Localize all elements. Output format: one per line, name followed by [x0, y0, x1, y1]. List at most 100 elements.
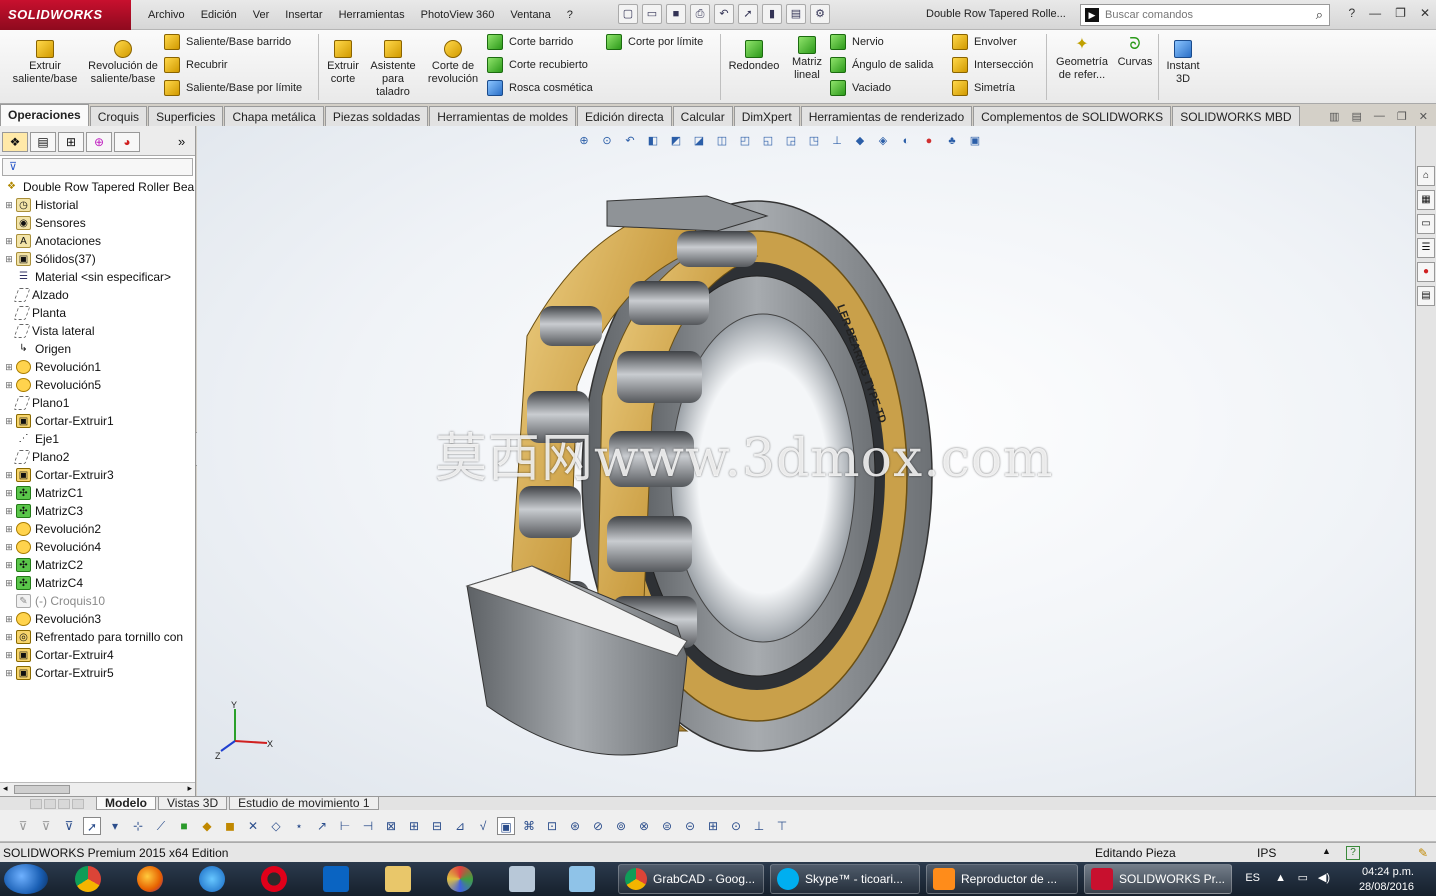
firefox-pinned-icon[interactable]	[124, 864, 176, 894]
menu-insertar[interactable]: Insertar	[277, 9, 330, 21]
rebuild-icon[interactable]: ▮	[762, 4, 782, 24]
filter-faces-icon[interactable]: ■	[175, 817, 193, 835]
tree-expand-icon[interactable]: ⊞	[4, 380, 14, 391]
section-view-icon[interactable]: ◧	[644, 132, 662, 150]
select-pointer-icon[interactable]: ➚	[738, 4, 758, 24]
save-icon[interactable]: ■	[666, 4, 686, 24]
right-view-icon[interactable]: ◱	[759, 132, 777, 150]
show-hidden-icons-icon[interactable]: ▲	[1275, 872, 1286, 884]
curves-button[interactable]: ᘐ Curvas	[1114, 36, 1156, 69]
tree-item[interactable]: Planta	[0, 304, 195, 322]
fillet-button[interactable]: Redondeo	[724, 40, 784, 73]
tree-item[interactable]: ⊞ Revolución5	[0, 376, 195, 394]
extrude-boss-button[interactable]: Extruir saliente/base	[8, 40, 82, 86]
filter-edges-icon[interactable]: ⟋	[152, 817, 170, 835]
expand-tabs-icon[interactable]: »	[178, 134, 185, 149]
undo-icon[interactable]: ↶	[714, 4, 734, 24]
tab-edicion-directa[interactable]: Edición directa	[576, 106, 672, 126]
tree-expand-icon[interactable]: ⊞	[4, 488, 14, 499]
tree-item[interactable]: ↳ Origen	[0, 340, 195, 358]
lofted-cut-button[interactable]: Corte recubierto	[487, 57, 588, 73]
chrome-pinned-icon[interactable]	[62, 864, 114, 894]
tab-mbd[interactable]: SOLIDWORKS MBD	[1172, 106, 1300, 126]
tab-herramientas-moldes[interactable]: Herramientas de moldes	[429, 106, 576, 126]
tree-expand-icon[interactable]: ⊞	[4, 650, 14, 661]
help-button[interactable]: ?	[1348, 6, 1355, 20]
filter-datum-icon[interactable]: ⊡	[543, 817, 561, 835]
paint-pinned-icon[interactable]	[434, 864, 486, 894]
filter-toggle-icon[interactable]: ⊽	[14, 817, 32, 835]
doc-close-icon[interactable]: ✕	[1419, 110, 1428, 123]
options-icon[interactable]: ⚙	[810, 4, 830, 24]
search-icon[interactable]: ⌕	[1316, 7, 1323, 23]
menu-ventana[interactable]: Ventana	[502, 9, 558, 21]
front-view-icon[interactable]: ◫	[713, 132, 731, 150]
tree-expand-icon[interactable]: ⊞	[4, 236, 14, 247]
tree-item[interactable]: ⊞ ▣ Sólidos(37)	[0, 250, 195, 268]
boundary-cut-button[interactable]: Corte por límite	[606, 34, 703, 50]
filter-vertices-icon[interactable]: ⊹	[129, 817, 147, 835]
cosmetic-thread-button[interactable]: Rosca cosmética	[487, 80, 593, 96]
tab-croquis[interactable]: Croquis	[89, 106, 148, 126]
dimxpert-tab-icon[interactable]: ⊕	[86, 132, 112, 152]
filter-ref-points-icon[interactable]: ⊥	[750, 817, 768, 835]
filter-notes-icon[interactable]: ⊞	[405, 817, 423, 835]
tree-item[interactable]: ⋰ Eje1	[0, 430, 195, 448]
doc-restore-icon[interactable]: ❐	[1397, 110, 1407, 123]
units-dropdown-icon[interactable]: ▲	[1322, 846, 1331, 856]
display-manager-tab-icon[interactable]: ◕	[114, 132, 140, 152]
start-button-icon[interactable]	[4, 864, 48, 894]
zoom-to-area-icon[interactable]: ⊙	[598, 132, 616, 150]
previous-view-icon[interactable]: ↶	[621, 132, 639, 150]
tree-expand-icon[interactable]: ⊞	[4, 542, 14, 553]
instant3d-button[interactable]: Instant 3D	[1162, 40, 1204, 86]
tab-piezas-soldadas[interactable]: Piezas soldadas	[324, 106, 429, 126]
tab-vistas-3d[interactable]: Vistas 3D	[158, 797, 228, 810]
network-icon[interactable]: ▭	[1298, 871, 1308, 884]
tree-expand-icon[interactable]: ⊞	[4, 614, 14, 625]
file-explorer-pinned-icon[interactable]	[372, 864, 424, 894]
menu-archivo[interactable]: Archivo	[140, 9, 193, 21]
tab-estudio-movimiento[interactable]: Estudio de movimiento 1	[229, 797, 379, 810]
tree-filter[interactable]: ⊽	[2, 158, 193, 176]
menu-ver[interactable]: Ver	[245, 9, 278, 21]
tab-chapa-metalica[interactable]: Chapa metálica	[224, 106, 324, 126]
tree-item[interactable]: Plano1	[0, 394, 195, 412]
filter-connection-points-icon[interactable]: ⊚	[612, 817, 630, 835]
filter-weld-icon[interactable]: ⊿	[451, 817, 469, 835]
top-view-icon[interactable]: ◰	[736, 132, 754, 150]
filter-mates-icon[interactable]: ⊜	[658, 817, 676, 835]
restore-icon[interactable]: ❐	[1395, 6, 1406, 20]
swept-boss-button[interactable]: Saliente/Base barrido	[164, 34, 291, 50]
revolve-cut-button[interactable]: Corte de revolución	[424, 40, 482, 86]
boundary-boss-button[interactable]: Saliente/Base por límite	[164, 80, 302, 96]
first-tab-icon[interactable]	[30, 799, 42, 809]
filter-cosmetic-icon[interactable]: ⊙	[727, 817, 745, 835]
dynamic-annotation-icon[interactable]: ⊥	[828, 132, 846, 150]
tab-calcular[interactable]: Calcular	[672, 106, 733, 126]
menu-help[interactable]: ?	[559, 9, 581, 21]
next-tab-icon[interactable]	[58, 799, 70, 809]
notes-pinned-icon[interactable]	[556, 864, 608, 894]
tree-item[interactable]: ⊞ ▣ Cortar-Extruir3	[0, 466, 195, 484]
reference-geometry-button[interactable]: ✦ Geometría de refer...	[1050, 36, 1114, 82]
filter-dimensions-icon[interactable]: ⊠	[382, 817, 400, 835]
appearances-icon[interactable]: ●	[1417, 262, 1435, 282]
tab-superficies[interactable]: Superficies	[148, 106, 224, 126]
scroll-right-icon[interactable]: ▸	[187, 783, 192, 794]
new-document-icon[interactable]: ▢	[618, 4, 638, 24]
view-orientation-icon[interactable]: ◩	[667, 132, 685, 150]
menu-edicion[interactable]: Edición	[193, 9, 245, 21]
loft-boss-button[interactable]: Recubrir	[164, 57, 228, 73]
tree-expand-icon[interactable]: ⊞	[4, 362, 14, 373]
taskbar-window-grabcad[interactable]: GrabCAD - Goog...	[618, 864, 764, 894]
wrap-button[interactable]: Envolver	[952, 34, 1017, 50]
search-input[interactable]: Buscar comandos	[1105, 9, 1193, 21]
filter-cosmetic-threads-icon[interactable]: ⌘	[520, 817, 538, 835]
zoom-to-fit-icon[interactable]: ⊕	[575, 132, 593, 150]
opera-pinned-icon[interactable]	[248, 864, 300, 894]
tree-item[interactable]: Vista lateral	[0, 322, 195, 340]
configuration-manager-tab-icon[interactable]: ⊞	[58, 132, 84, 152]
tree-item[interactable]: ⊞ Revolución1	[0, 358, 195, 376]
filter-blocks-icon[interactable]: ▣	[497, 816, 515, 835]
